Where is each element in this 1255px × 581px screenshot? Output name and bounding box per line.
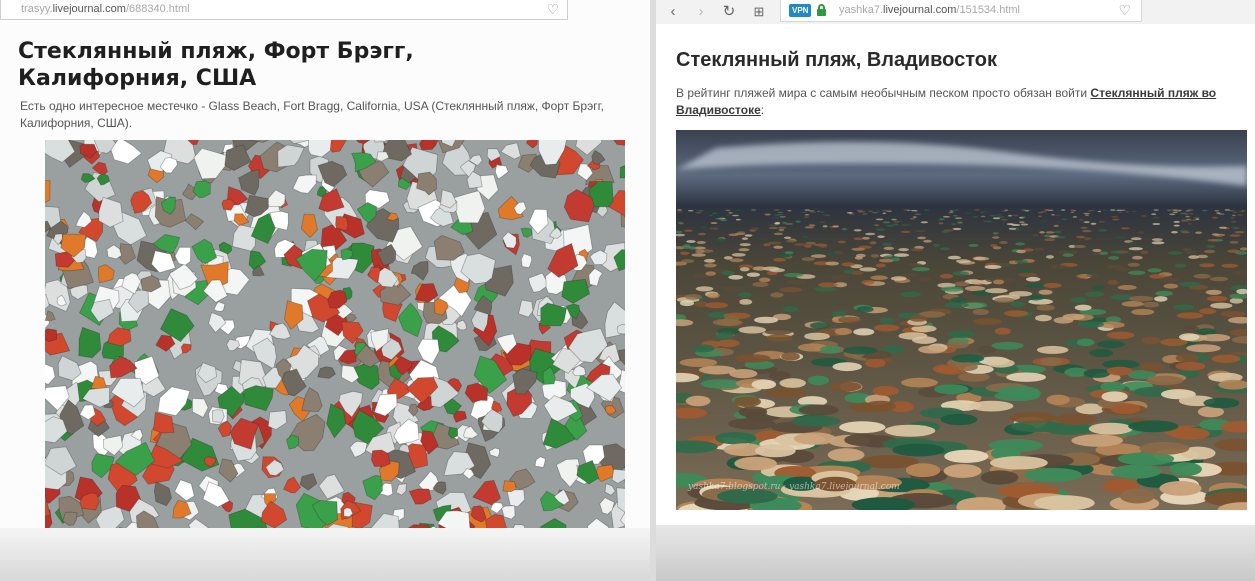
right-lead-text: В рейтинг пляжей мира с самым необычным … — [676, 86, 1091, 100]
left-lead-paragraph: Есть одно интересное местечко - Glass Be… — [20, 99, 604, 130]
sea-glass-photo — [45, 140, 625, 528]
right-page-title: Стеклянный пляж, Владивосток — [676, 49, 997, 71]
left-url-host: livejournal.com — [52, 3, 126, 15]
bookmark-heart-icon[interactable]: ♡ — [546, 1, 559, 17]
back-icon[interactable]: ‹ — [664, 2, 682, 22]
right-url-host: livejournal.com — [883, 4, 957, 16]
left-url-prefix: trasyy. — [21, 3, 53, 15]
left-browser-window: trasyy.livejournal.com/688340.html ♡ Сте… — [0, 0, 650, 581]
left-url-path: /688340.html — [125, 3, 190, 15]
beach-glass-photo: yashka7.blogspot.ru · yashka7.livejourna… — [676, 130, 1247, 510]
forward-icon[interactable]: › — [692, 2, 710, 22]
right-url-prefix: yashka7. — [839, 4, 884, 16]
bookmark-heart-icon[interactable]: ♡ — [1118, 2, 1131, 18]
photo-watermark: yashka7.blogspot.ru · yashka7.livejourna… — [688, 482, 900, 492]
beach-glass-photo-graphic — [676, 130, 1247, 510]
lock-icon[interactable] — [817, 4, 826, 16]
right-browser-window: ‹ › ↻ ⊞ VPN yashka7.livejournal.com/1515… — [656, 0, 1255, 525]
right-lead-end: : — [760, 103, 765, 117]
left-window-bottom — [0, 528, 650, 581]
right-browser-toolbar: ‹ › ↻ ⊞ VPN yashka7.livejournal.com/1515… — [656, 0, 1255, 24]
right-lead-paragraph: В рейтинг пляжей мира с самым необычным … — [676, 85, 1236, 119]
left-address-bar[interactable]: trasyy.livejournal.com/688340.html ♡ — [0, 0, 568, 20]
right-address-bar[interactable]: VPN yashka7.livejournal.com/151534.html … — [780, 0, 1142, 22]
reload-icon[interactable]: ↻ — [720, 2, 738, 22]
vpn-badge[interactable]: VPN — [789, 4, 812, 17]
grid-icon[interactable]: ⊞ — [750, 2, 768, 22]
sea-glass-photo-graphic — [45, 140, 625, 528]
right-url-path: /151534.html — [956, 4, 1021, 16]
right-window-bottom — [656, 525, 1255, 581]
right-url: yashka7.livejournal.com/151534.html — [839, 0, 1020, 20]
left-page-title: Стеклянный пляж, Форт Брэгг, Калифорния,… — [18, 39, 414, 91]
